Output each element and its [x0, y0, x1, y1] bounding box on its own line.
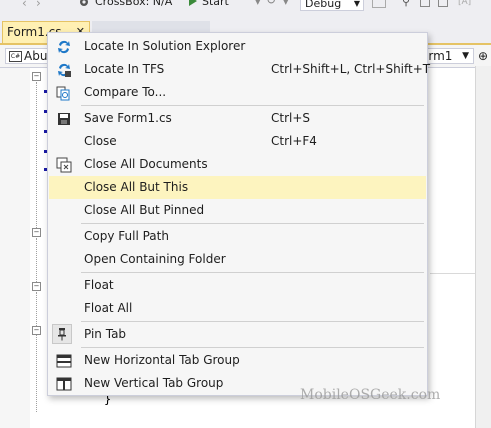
pin-icon: [52, 324, 72, 344]
menu-separator: [81, 223, 424, 224]
attach-icon[interactable]: [A]: [458, 0, 471, 10]
menu-item-label: Compare To...: [84, 85, 167, 99]
menu-item-shortcut: Ctrl+F4: [271, 134, 317, 148]
menu-item-close-all-but-pinned[interactable]: Close All But Pinned: [49, 199, 426, 222]
locate-tfs-icon: [56, 62, 72, 78]
menu-item-open-containing-folder[interactable]: Open Containing Folder: [49, 248, 426, 271]
menu-item-label: Copy Full Path: [84, 229, 169, 243]
window-icon[interactable]: [372, 0, 386, 8]
collapse-toggle-icon[interactable]: −: [32, 326, 41, 335]
tab-context-menu: Locate In Solution Explorer Locate In TF…: [47, 32, 430, 396]
menu-separator: [81, 321, 424, 322]
menu-item-locate-in-tfs[interactable]: Locate In TFS Ctrl+Shift+L, Ctrl+Shift+T: [49, 58, 430, 81]
collapse-toggle-icon[interactable]: −: [32, 282, 41, 291]
menu-item-close[interactable]: Close Ctrl+F4: [49, 130, 426, 153]
menu-item-compare-to[interactable]: Compare To...: [49, 81, 426, 104]
vertical-scrollbar[interactable]: [475, 66, 491, 428]
menu-item-label: Close All But This: [84, 180, 189, 194]
menu-item-copy-full-path[interactable]: Copy Full Path: [49, 225, 426, 248]
menu-item-label: Locate In TFS: [84, 62, 165, 76]
menu-item-label: New Horizontal Tab Group: [84, 353, 240, 367]
csharp-icon: C#: [9, 51, 22, 62]
menu-item-float[interactable]: Float: [49, 274, 426, 297]
menu-item-shortcut: Ctrl+Shift+L, Ctrl+Shift+T: [271, 62, 431, 76]
menu-separator: [81, 272, 424, 273]
menu-item-new-horizontal-tab-group[interactable]: New Horizontal Tab Group: [49, 349, 426, 372]
menu-item-label: Save Form1.cs: [84, 111, 172, 125]
network-icon[interactable]: ⚲: [402, 0, 410, 10]
menu-item-shortcut: Ctrl+S: [271, 111, 311, 125]
collapse-toggle-icon[interactable]: −: [32, 228, 41, 237]
dropdown-arrow-icon[interactable]: ▾: [255, 0, 261, 10]
menu-item-label: Close All Documents: [84, 157, 208, 171]
platform-combo[interactable]: CrossBox: N/A: [95, 0, 172, 10]
menu-item-close-all-documents[interactable]: Close All Documents: [49, 153, 426, 176]
compare-icon: [56, 85, 72, 101]
start-button[interactable]: Start: [202, 0, 229, 10]
breakpoint-icon[interactable]: [438, 0, 448, 7]
menu-item-close-all-but-this[interactable]: Close All But This: [49, 176, 426, 199]
start-icon[interactable]: [188, 0, 198, 10]
menu-item-label: New Vertical Tab Group: [84, 376, 224, 390]
main-toolbar: ‹ › CrossBox: N/A Start ▾ ↻ ▾ Debug ▼ ⚲ …: [0, 0, 491, 19]
dropdown-arrow-icon[interactable]: ▾: [283, 0, 289, 10]
configuration-value: Debug: [305, 0, 342, 10]
save-icon: [56, 111, 72, 127]
stop-icon[interactable]: [420, 0, 430, 7]
close-all-documents-icon: [56, 157, 72, 173]
menu-item-float-all[interactable]: Float All: [49, 297, 426, 320]
vertical-tab-group-icon: [56, 376, 72, 392]
locate-solution-icon: [56, 39, 72, 55]
editor-margin: [0, 68, 30, 428]
outline-guide: [36, 238, 37, 288]
chevron-down-icon: ▼: [462, 51, 469, 61]
menu-item-label: Float All: [84, 301, 133, 315]
menu-item-locate-in-solution-explorer[interactable]: Locate In Solution Explorer: [49, 35, 426, 58]
back-arrow-icon[interactable]: ‹: [22, 0, 27, 11]
editor-line: [430, 273, 475, 274]
watermark: MobileOSGeek.com: [300, 387, 441, 403]
menu-item-label: Open Containing Folder: [84, 252, 226, 266]
horizontal-tab-group-icon: [56, 353, 72, 369]
refresh-icon[interactable]: ↻: [266, 0, 276, 8]
split-icon[interactable]: ⊕: [478, 49, 488, 63]
menu-item-label: Close: [84, 134, 117, 148]
configuration-combo[interactable]: Debug ▼: [300, 0, 364, 11]
menu-item-label: Locate In Solution Explorer: [84, 39, 246, 53]
outline-guide: [36, 82, 37, 232]
menu-separator: [81, 105, 424, 106]
menu-item-label: Close All But Pinned: [84, 203, 205, 217]
menu-item-label: Float: [84, 278, 114, 292]
collapse-toggle-icon[interactable]: −: [32, 72, 41, 81]
menu-item-save-form1[interactable]: Save Form1.cs Ctrl+S: [49, 107, 426, 130]
gear-icon[interactable]: [78, 0, 88, 6]
outline-guide: [36, 292, 37, 412]
forward-arrow-icon[interactable]: ›: [36, 0, 41, 11]
type-combo-value: Abu: [24, 49, 48, 63]
menu-separator: [81, 347, 424, 348]
chevron-down-icon: ▼: [353, 0, 360, 8]
menu-item-label: Pin Tab: [84, 327, 127, 341]
menu-item-pin-tab[interactable]: Pin Tab: [49, 323, 426, 346]
